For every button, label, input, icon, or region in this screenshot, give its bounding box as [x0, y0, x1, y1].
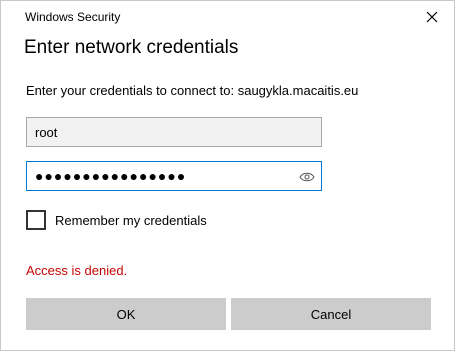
- credentials-dialog: Windows Security Enter network credentia…: [0, 0, 455, 351]
- remember-credentials-label: Remember my credentials: [55, 212, 207, 228]
- password-field[interactable]: [26, 161, 322, 191]
- ok-button[interactable]: OK: [26, 298, 226, 330]
- password-input[interactable]: [27, 162, 321, 190]
- window-title: Windows Security: [25, 10, 121, 24]
- close-icon: [426, 11, 438, 23]
- dialog-heading: Enter network credentials: [24, 37, 239, 58]
- cancel-button[interactable]: Cancel: [231, 298, 431, 330]
- error-message: Access is denied.: [26, 263, 128, 278]
- remember-credentials-row[interactable]: Remember my credentials: [26, 209, 207, 231]
- close-button[interactable]: [418, 5, 446, 29]
- username-field[interactable]: [26, 117, 322, 147]
- remember-credentials-checkbox[interactable]: [26, 210, 46, 230]
- connection-message: Enter your credentials to connect to: sa…: [26, 83, 359, 98]
- eye-icon[interactable]: [299, 170, 315, 184]
- username-input[interactable]: [27, 118, 321, 146]
- title-bar: Windows Security: [1, 1, 454, 33]
